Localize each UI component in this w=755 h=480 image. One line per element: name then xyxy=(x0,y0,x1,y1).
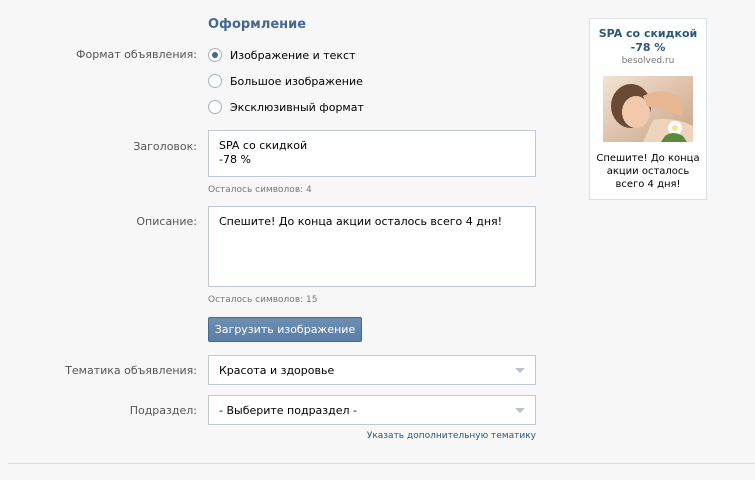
section-title: Оформление xyxy=(208,17,307,32)
headline-chars-left: Осталось символов: 4 xyxy=(208,185,312,195)
headline-input[interactable]: SPA со скидкой -78 % xyxy=(208,130,536,177)
format-option-label: Эксклюзивный формат xyxy=(230,100,364,114)
topic-label: Тематика объявления: xyxy=(65,364,197,377)
chevron-down-icon xyxy=(515,368,525,373)
format-label: Формат объявления: xyxy=(76,48,197,61)
format-option-exclusive[interactable]: Эксклюзивный формат xyxy=(208,99,364,115)
subsection-label: Подраздел: xyxy=(129,404,197,417)
chevron-down-icon xyxy=(515,408,525,413)
ad-preview-card[interactable]: SPA со скидкой -78 % besolved.ru Спешите… xyxy=(589,18,707,200)
upload-image-button[interactable]: Загрузить изображение xyxy=(208,317,362,342)
format-option-label: Изображение и текст xyxy=(230,48,356,62)
headline-label: Заголовок: xyxy=(133,140,197,153)
extra-topic-link[interactable]: Указать дополнительную тематику xyxy=(362,431,536,441)
topic-select[interactable]: Красота и здоровье xyxy=(208,355,536,385)
radio-unselected-icon[interactable] xyxy=(208,74,222,88)
format-option-large-image[interactable]: Большое изображение xyxy=(208,73,363,89)
ad-preview-text: Спешите! До конца акции осталось всего 4… xyxy=(596,153,700,190)
divider xyxy=(8,463,755,464)
subsection-select[interactable]: - Выберите подраздел - xyxy=(208,395,536,425)
ad-preview-image[interactable] xyxy=(603,76,693,142)
spa-photo-icon xyxy=(603,76,693,142)
subsection-select-value: - Выберите подраздел - xyxy=(219,403,358,417)
format-option-label: Большое изображение xyxy=(230,74,363,88)
description-textarea[interactable]: Спешите! До конца акции осталось всего 4… xyxy=(208,206,536,287)
ad-preview-domain: besolved.ru xyxy=(621,56,675,66)
ad-preview-title[interactable]: SPA со скидкой -78 % xyxy=(590,27,706,55)
description-chars-left: Осталось символов: 15 xyxy=(208,295,318,305)
topic-select-value: Красота и здоровье xyxy=(219,363,335,377)
radio-unselected-icon[interactable] xyxy=(208,100,222,114)
radio-selected-icon[interactable] xyxy=(208,48,222,62)
format-option-image-text[interactable]: Изображение и текст xyxy=(208,47,356,63)
description-label: Описание: xyxy=(136,215,197,228)
